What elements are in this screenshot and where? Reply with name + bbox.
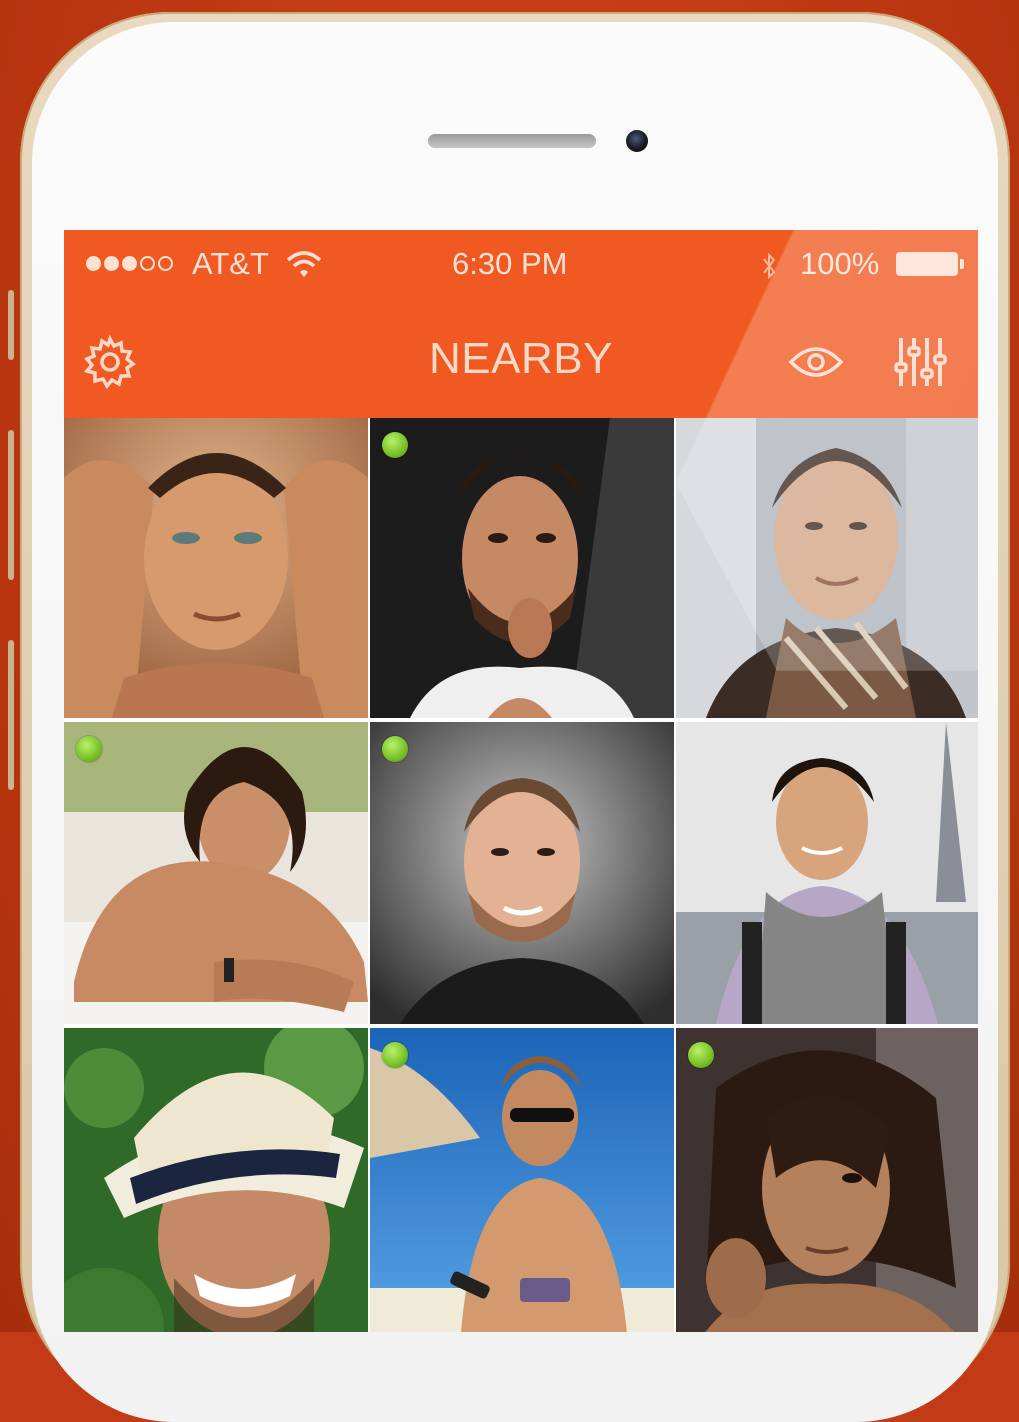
status-time: 6:30 PM bbox=[452, 246, 568, 281]
profile-photo bbox=[64, 722, 368, 1024]
profile-grid bbox=[64, 418, 978, 1332]
profile-tile[interactable] bbox=[370, 1028, 674, 1332]
status-bar: AT&T 6:30 PM 100% bbox=[64, 230, 978, 300]
sliders-icon[interactable] bbox=[890, 334, 950, 390]
volume-down-button bbox=[8, 640, 14, 790]
earpiece-speaker bbox=[428, 134, 596, 148]
front-camera bbox=[626, 130, 648, 152]
battery-percentage: 100% bbox=[800, 246, 880, 281]
app-screen: AT&T 6:30 PM 100% NEARBY bbox=[64, 230, 978, 1332]
profile-tile[interactable] bbox=[370, 418, 674, 718]
online-indicator bbox=[382, 736, 408, 762]
profile-photo bbox=[676, 418, 978, 718]
carrier-label: AT&T bbox=[192, 246, 269, 281]
volume-up-button bbox=[8, 430, 14, 580]
gear-icon[interactable] bbox=[80, 334, 140, 390]
nav-bar: NEARBY bbox=[64, 300, 978, 418]
online-indicator bbox=[688, 1042, 714, 1068]
wifi-icon bbox=[286, 250, 322, 288]
profile-tile[interactable] bbox=[370, 722, 674, 1024]
battery-icon bbox=[896, 252, 964, 276]
profile-photo bbox=[370, 722, 674, 1024]
profile-tile[interactable] bbox=[64, 418, 368, 718]
profile-photo bbox=[676, 722, 978, 1024]
profile-photo bbox=[370, 1028, 674, 1332]
mute-switch bbox=[8, 290, 14, 360]
online-indicator bbox=[76, 736, 102, 762]
profile-tile[interactable] bbox=[676, 1028, 978, 1332]
profile-tile[interactable] bbox=[64, 1028, 368, 1332]
profile-photo bbox=[370, 418, 674, 718]
profile-photo bbox=[64, 1028, 368, 1332]
signal-strength-icon bbox=[86, 256, 173, 271]
online-indicator bbox=[382, 432, 408, 458]
profile-photo bbox=[676, 1028, 978, 1332]
profile-tile[interactable] bbox=[676, 722, 978, 1024]
online-indicator bbox=[382, 1042, 408, 1068]
bluetooth-icon bbox=[760, 250, 778, 290]
profile-tile[interactable] bbox=[676, 418, 978, 718]
profile-photo bbox=[64, 418, 368, 718]
eye-icon[interactable] bbox=[786, 334, 846, 390]
profile-tile[interactable] bbox=[64, 722, 368, 1024]
